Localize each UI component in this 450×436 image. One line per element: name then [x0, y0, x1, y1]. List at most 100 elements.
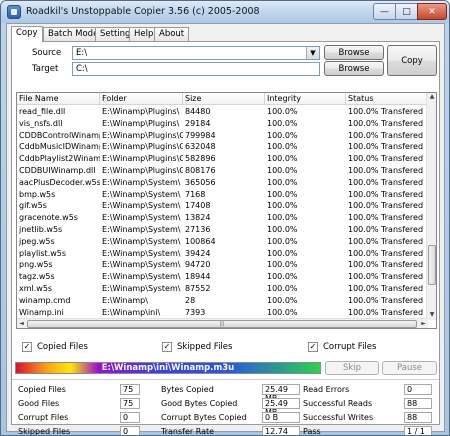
client-area: Copy Batch Mode Settings Help About Sour…	[6, 23, 445, 436]
browse-target-button[interactable]: Browse	[324, 61, 384, 76]
folder-cell: E:\Winamp\System\	[102, 284, 181, 293]
table-row[interactable]: jnetlib.w5s E:\Winamp\System\ 27136 100.0% 1…	[17, 224, 428, 235]
status-cell: 100.0% Transfered - 0	[348, 118, 428, 128]
skip-button[interactable]: Skip	[325, 361, 379, 375]
table-row[interactable]: Winamp.ini E:\Winamp\ini\ 7393 100.0% 100.0%…	[17, 307, 428, 318]
tab-copy[interactable]: Copy	[11, 26, 43, 42]
app-window: Roadkil's Unstoppable Copier 3.56 (c) 20…	[0, 0, 450, 436]
table-row[interactable]: CddbMusicIDWinamp.dE:\Winamp\Plugins\Gr6…	[17, 141, 428, 152]
folder-cell: E:\Winamp\System\	[102, 177, 181, 187]
copy-button[interactable]: Copy	[387, 45, 437, 76]
status-cell: 100.0% Transfered - 0	[348, 166, 428, 175]
col-file-name[interactable]: File Name	[17, 93, 100, 105]
browse-source-button[interactable]: Browse	[324, 45, 384, 60]
skipped-files-checkbox[interactable]: ✓	[162, 342, 172, 352]
size-cell: 94720	[185, 260, 211, 270]
read-errors-label: Read Errors	[303, 385, 350, 394]
table-row[interactable]: winamp.cmd E:\Winamp\ 28 100.0% 100.0% Trans…	[17, 295, 428, 306]
table-row[interactable]: aacPlusDecoder.w5s E:\Winamp\System\ 36505…	[17, 177, 428, 188]
table-row[interactable]: playlist.w5s E:\Winamp\System\ 39424 100.0%…	[17, 248, 428, 259]
status-cell: 100.0% Transfered - 0	[348, 213, 428, 223]
integrity-cell: 100.0%	[267, 248, 298, 258]
col-integrity[interactable]: Integrity	[265, 93, 346, 105]
table-row[interactable]: CDDBControlWinamp.dE:\Winamp\Plugins\Gr7…	[17, 130, 428, 141]
file-name-cell: tagz.w5s	[19, 272, 55, 282]
integrity-cell: 100.0%	[267, 236, 298, 246]
integrity-cell: 100.0%	[267, 307, 298, 317]
table-row[interactable]: CddbPlaylist2Winamp.dE:\Winamp\Plugins\G…	[17, 153, 428, 164]
table-row[interactable]: CDDBUIWinamp.dll E:\Winamp\Plugins\Gr 8081…	[17, 165, 428, 176]
file-name-cell: playlist.w5s	[19, 248, 67, 258]
table-row[interactable]: png.w5s E:\Winamp\System\ 94720 100.0% 100.0…	[17, 259, 428, 270]
window-title: Roadkil's Unstoppable Copier 3.56 (c) 20…	[26, 6, 260, 17]
status-cell: 100.0% Transfered - 0	[348, 142, 428, 152]
corrupt-files-checkbox[interactable]: ✓	[308, 342, 318, 352]
horizontal-scrollbar[interactable]: ◄ ||| ►	[17, 318, 428, 328]
maximize-button[interactable]: □	[395, 3, 418, 20]
size-cell: 100864	[185, 236, 216, 246]
size-cell: 808176	[185, 166, 216, 175]
table-row[interactable]: gracenote.w5s E:\Winamp\System\ 13824 100.0…	[17, 212, 428, 223]
target-value: C:\	[76, 64, 88, 74]
good-bytes-copied-value: 25.49 MB	[262, 398, 300, 417]
scroll-down-icon[interactable]: ▼	[427, 311, 436, 320]
integrity-cell: 100.0%	[267, 189, 298, 199]
integrity-cell: 100.0%	[267, 130, 298, 140]
table-row[interactable]: vis_nsfs.dll E:\Winamp\Plugins\ 29184 100.0…	[17, 118, 428, 129]
col-status[interactable]: Status	[346, 93, 428, 105]
good-files-stat-label: Good Files	[18, 399, 60, 408]
status-cell: 100.0% Transfered - 0	[348, 284, 428, 293]
integrity-cell: 100.0%	[267, 213, 298, 223]
size-cell: 582896	[185, 154, 216, 164]
scroll-left-icon[interactable]: ◄	[17, 320, 26, 328]
folder-cell: E:\Winamp\Plugins\Gr	[102, 154, 183, 164]
folder-cell: E:\Winamp\Plugins\	[102, 107, 180, 116]
title-bar[interactable]: Roadkil's Unstoppable Copier 3.56 (c) 20…	[1, 1, 449, 23]
file-list[interactable]: File Name Folder Size Integrity Status r…	[16, 92, 437, 329]
pass-label: Pass	[303, 427, 321, 436]
integrity-cell: 100.0%	[267, 107, 298, 116]
table-row[interactable]: bmp.w5s E:\Winamp\System\ 7168 100.0% 100.0%…	[17, 189, 428, 200]
minimize-button[interactable]: —	[373, 3, 396, 20]
source-value: E:\	[76, 48, 88, 58]
size-cell: 799984	[185, 130, 216, 140]
copied-files-checkbox[interactable]: ✓	[22, 342, 32, 352]
target-field[interactable]: C:\	[72, 62, 320, 76]
table-row[interactable]: read_file.dll E:\Winamp\Plugins\ 84480 100.…	[17, 106, 428, 117]
transfer-rate-value: 12.74 MB	[262, 426, 300, 435]
integrity-cell: 100.0%	[267, 201, 298, 211]
col-folder[interactable]: Folder	[100, 93, 183, 105]
bytes-copied-value: 25.49 MB	[262, 384, 300, 403]
status-cell: 100.0% Transfered - 0	[348, 248, 428, 258]
chevron-down-icon[interactable]: ▼	[306, 47, 319, 59]
tab-about[interactable]: About	[154, 27, 190, 41]
successful-writes-label: Successful Writes	[303, 413, 374, 422]
vertical-scrollbar[interactable]: ▲ ▼	[426, 93, 436, 320]
file-name-cell: jpeg.w5s	[19, 236, 55, 246]
source-combo[interactable]: E:\ ▼	[72, 46, 320, 60]
col-size[interactable]: Size	[183, 93, 265, 105]
folder-cell: E:\Winamp\Plugins\Gr	[102, 142, 183, 152]
scroll-right-icon[interactable]: ►	[419, 320, 428, 328]
table-row[interactable]: gif.w5s E:\Winamp\System\ 17408 100.0% 100.0…	[17, 200, 428, 211]
close-button[interactable]: ✕	[417, 3, 447, 20]
folder-cell: E:\Winamp\Plugins\Gr	[102, 166, 183, 175]
horizontal-scroll-thumb[interactable]: |||	[27, 320, 417, 328]
vertical-scroll-thumb[interactable]	[428, 245, 436, 285]
table-row[interactable]: xml.w5s E:\Winamp\System\ 87552 100.0% 100.0…	[17, 283, 428, 294]
integrity-cell: 100.0%	[267, 260, 298, 270]
source-label: Source	[32, 48, 62, 58]
scroll-up-icon[interactable]: ▲	[427, 93, 436, 102]
file-name-cell: xml.w5s	[19, 284, 53, 293]
table-row[interactable]: tagz.w5s E:\Winamp\System\ 18944 100.0% 100.…	[17, 271, 428, 282]
status-cell: 100.0% Transfered - 0	[348, 260, 428, 270]
current-file: E:\Winamp\ini\Winamp.m3u	[101, 363, 235, 373]
copied-files-label: Copied Files	[37, 342, 88, 352]
transfer-rate-label: Transfer Rate	[161, 427, 215, 436]
pause-button[interactable]: Pause	[382, 361, 437, 375]
stats-panel: Copied Files 75 Good Files 75 Corrupt Fi…	[16, 383, 434, 436]
file-name-cell: bmp.w5s	[19, 189, 56, 199]
table-row[interactable]: jpeg.w5s E:\Winamp\System\ 100864 100.0% 100…	[17, 236, 428, 247]
folder-cell: E:\Winamp\System\	[102, 189, 181, 199]
good-files-stat: 75	[120, 398, 140, 409]
